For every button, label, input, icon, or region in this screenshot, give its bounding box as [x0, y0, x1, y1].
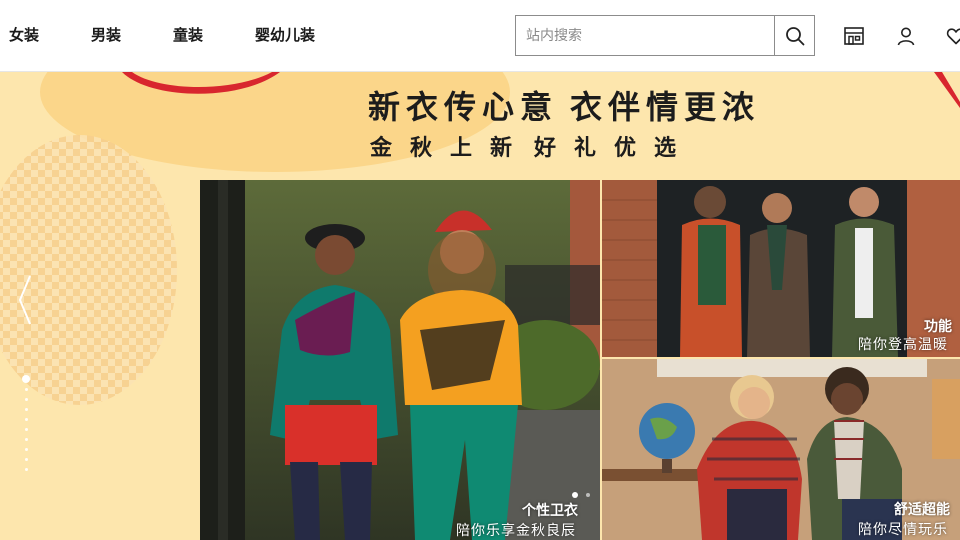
carousel-dot[interactable]	[24, 398, 28, 401]
subheadline-part-a: 金秋上新	[370, 135, 531, 161]
hoodies-title: 个性卫衣	[522, 503, 578, 519]
search-box	[515, 15, 815, 56]
carousel-dot[interactable]	[24, 428, 28, 431]
nav-item-baby[interactable]: 婴幼儿装	[255, 24, 315, 45]
hoodies-subtitle: 陪你乐享金秋良辰	[456, 523, 576, 539]
comfort-title: 舒适超能	[894, 502, 950, 518]
comfort-subtitle: 陪你尽情玩乐	[858, 522, 948, 538]
functional-photo	[602, 180, 960, 357]
carousel-dot[interactable]	[24, 448, 28, 451]
carousel-dot[interactable]	[24, 458, 28, 461]
ribbon-decoration	[122, 72, 280, 94]
promo-panel-comfort[interactable]: 舒适超能 陪你尽情玩乐	[602, 359, 960, 540]
search-input[interactable]	[516, 16, 774, 55]
nav-item-kids[interactable]: 童装	[173, 24, 203, 45]
carousel-dot[interactable]	[24, 468, 28, 471]
carousel-dots	[22, 375, 30, 478]
search-icon	[785, 26, 804, 45]
user-icon	[897, 27, 915, 46]
checker-pattern	[0, 135, 177, 405]
promo-panel-hoodies[interactable]: 个性卫衣 陪你乐享金秋良辰	[200, 180, 600, 540]
carousel-dot[interactable]	[24, 408, 28, 411]
functional-subtitle: 陪你登高温暖	[858, 337, 948, 353]
functional-title: 功能	[924, 319, 952, 335]
subheadline-part-b: 好礼优选	[534, 135, 695, 161]
carousel-dot[interactable]	[24, 438, 28, 441]
headline-part-a: 新衣传心意	[368, 88, 559, 126]
banner-headline: 新衣传心意 衣伴情更浓	[368, 82, 760, 128]
account-button[interactable]	[894, 24, 918, 48]
carousel-dot[interactable]	[24, 388, 28, 391]
nav-item-women[interactable]: 女装	[9, 24, 39, 45]
carousel-dot[interactable]	[22, 375, 30, 383]
heart-icon	[946, 28, 960, 45]
nav-item-men[interactable]: 男装	[91, 24, 121, 45]
carousel-dot[interactable]	[24, 418, 28, 421]
store-button[interactable]	[842, 24, 866, 48]
headline-part-b: 衣伴情更浓	[570, 88, 761, 126]
hero-banner[interactable]: 新衣传心意 衣伴情更浓 金秋上新 好礼优选 个性卫衣 陪你乐享金秋良辰 功能 陪…	[0, 72, 960, 540]
site-header: 女装 男装 童装 婴幼儿装	[0, 0, 960, 72]
search-button[interactable]	[774, 16, 814, 55]
ribbon-decoration-right	[934, 72, 960, 108]
panel-page-dot[interactable]	[572, 492, 578, 498]
panel-pagination	[572, 492, 590, 498]
panel-page-dot[interactable]	[586, 493, 590, 497]
banner-subheadline: 金秋上新 好礼优选	[370, 130, 694, 162]
promo-panel-functional[interactable]: 功能 陪你登高温暖	[602, 180, 960, 357]
hoodies-photo	[200, 180, 600, 540]
carousel-prev-arrow-icon[interactable]	[14, 272, 38, 328]
wishlist-button[interactable]	[944, 24, 960, 48]
store-icon	[844, 27, 864, 45]
